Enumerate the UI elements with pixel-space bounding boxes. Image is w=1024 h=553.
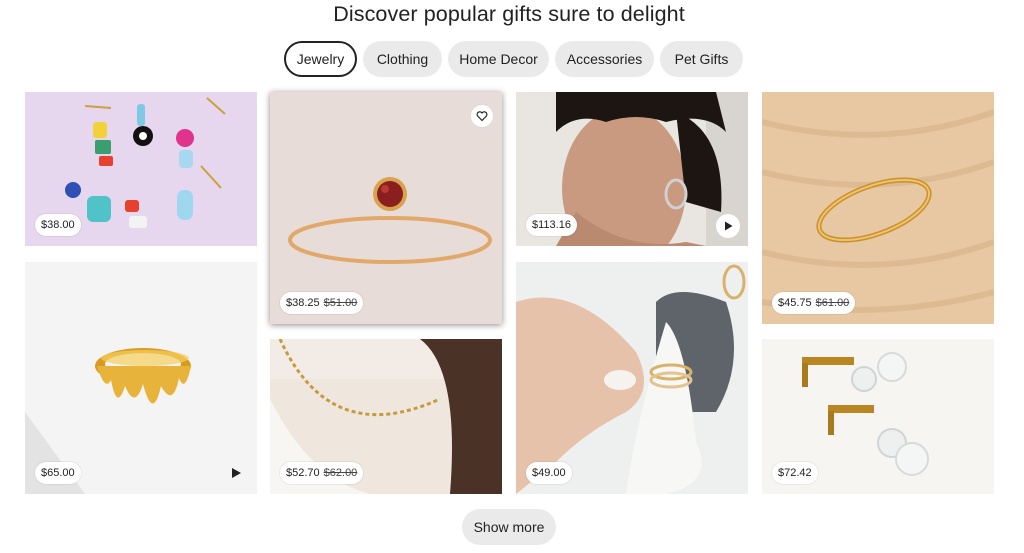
price-badge: $65.00 <box>35 462 81 484</box>
price-badge: $45.75 $61.00 <box>772 292 856 314</box>
tab-clothing[interactable]: Clothing <box>363 41 442 77</box>
price-badge: $38.25 $51.00 <box>280 292 364 314</box>
product-card-beaded-earrings[interactable]: $38.00 <box>25 92 257 246</box>
product-card-melting-ring[interactable]: $65.00 <box>25 262 257 494</box>
product-card-gold-signet-ring[interactable]: $45.75 $61.00 <box>762 92 994 324</box>
price-badge: $49.00 <box>526 462 572 484</box>
category-tabs: Jewelry Clothing Home Decor Accessories … <box>284 41 743 77</box>
product-image <box>516 262 748 494</box>
price-badge: $52.70 $62.00 <box>280 462 364 484</box>
product-card-red-stone-ring[interactable]: $38.25 $51.00 <box>270 92 502 324</box>
sale-price: $52.70 <box>286 467 320 479</box>
tab-pet-gifts[interactable]: Pet Gifts <box>660 41 743 77</box>
sale-price: $65.00 <box>41 467 75 479</box>
original-price: $51.00 <box>323 297 358 309</box>
play-video-button[interactable] <box>716 214 740 238</box>
original-price: $61.00 <box>815 297 850 309</box>
product-image <box>25 262 257 494</box>
sale-price: $38.25 <box>286 297 320 309</box>
sale-price: $45.75 <box>778 297 812 309</box>
price-badge: $113.16 <box>526 214 577 236</box>
heart-icon <box>476 111 488 122</box>
play-icon <box>725 221 733 231</box>
price-badge: $38.00 <box>35 214 81 236</box>
tab-jewelry[interactable]: Jewelry <box>284 41 357 77</box>
product-card-crystal-bar-earrings[interactable]: $72.42 <box>762 339 994 494</box>
product-card-disc-chain-necklace[interactable]: $52.70 $62.00 <box>270 339 502 494</box>
original-price: $62.00 <box>323 467 358 479</box>
sale-price: $49.00 <box>532 467 566 479</box>
sale-price: $113.16 <box>532 219 571 231</box>
sale-price: $72.42 <box>778 467 812 479</box>
product-card-oval-hoop-earring[interactable]: $113.16 <box>516 92 748 246</box>
show-more-button[interactable]: Show more <box>462 509 556 545</box>
sale-price: $38.00 <box>41 219 75 231</box>
product-image <box>762 92 994 324</box>
tab-accessories[interactable]: Accessories <box>555 41 654 77</box>
price-badge: $72.42 <box>772 462 818 484</box>
favorite-button[interactable] <box>470 104 494 128</box>
tab-home-decor[interactable]: Home Decor <box>448 41 549 77</box>
section-title: Discover popular gifts sure to delight <box>333 2 685 26</box>
product-card-stacking-rings[interactable]: $49.00 <box>516 262 748 494</box>
play-icon <box>232 468 241 478</box>
play-video-button[interactable] <box>229 466 243 480</box>
product-image <box>270 92 502 324</box>
